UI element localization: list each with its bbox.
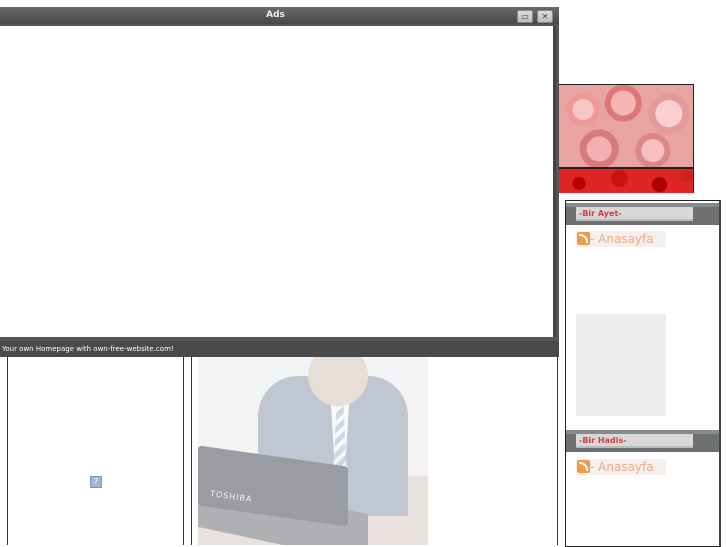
window-titlebar[interactable]: Ads ▭ ✕: [0, 7, 559, 24]
column-divider: [191, 357, 192, 545]
column-divider: [557, 357, 558, 545]
section-header-ayet: -Bir Ayet-: [566, 203, 719, 225]
red-rose-strip: [559, 169, 693, 193]
column-divider: [183, 357, 184, 545]
close-button[interactable]: ✕: [537, 10, 553, 23]
rose-image: [559, 85, 693, 167]
ads-window: Ads ▭ ✕ Your own Homepage with own-free-…: [0, 7, 559, 357]
help-icon[interactable]: ?: [90, 476, 102, 488]
feed-link-anasayfa[interactable]: - Anasayfa: [576, 459, 666, 475]
restore-button[interactable]: ▭: [517, 10, 533, 23]
feed-link-anasayfa[interactable]: - Anasayfa: [576, 231, 666, 247]
ads-content-area: [0, 26, 556, 337]
ads-footer-link[interactable]: Your own Homepage with own-free-website.…: [0, 341, 559, 357]
content-placeholder: [576, 314, 666, 416]
rss-icon: [577, 460, 590, 473]
section-title: -Bir Hadis-: [576, 434, 693, 448]
right-sidebar: -Bir Ayet- - Anasayfa -Bir Hadis- - Anas…: [565, 200, 721, 547]
window-title: Ads: [266, 10, 285, 20]
rss-icon: [577, 232, 590, 245]
section-title: -Bir Ayet-: [576, 207, 693, 221]
header-rose-banner: [558, 84, 694, 193]
section-header-hadis: -Bir Hadis-: [566, 430, 719, 452]
feed-link-label: - Anasayfa: [590, 460, 654, 474]
feed-link-label: - Anasayfa: [590, 232, 654, 246]
column-divider: [7, 357, 8, 545]
profile-photo: TOSHIBA: [198, 356, 428, 545]
